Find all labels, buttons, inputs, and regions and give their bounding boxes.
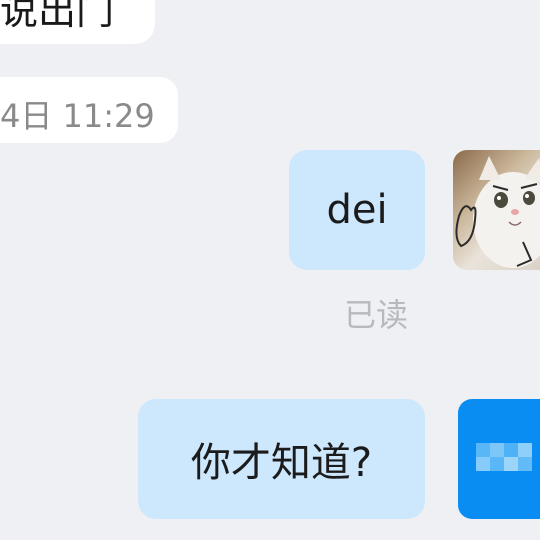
read-receipt: 已读 bbox=[344, 296, 409, 334]
pixel-block bbox=[490, 443, 504, 457]
cat-illustration bbox=[455, 156, 540, 268]
outgoing-message-bubble[interactable]: 你才知道? bbox=[138, 399, 425, 519]
timestamp-chip: 4日 11:29 bbox=[0, 77, 178, 143]
cat-avatar-icon[interactable] bbox=[453, 150, 540, 270]
incoming-message-bubble[interactable]: 说出门 bbox=[0, 0, 155, 44]
timestamp-text: 4日 11:29 bbox=[0, 97, 155, 135]
pixel-block bbox=[476, 457, 490, 471]
outgoing-message-bubble[interactable]: dei bbox=[289, 150, 425, 270]
pixel-block bbox=[504, 443, 518, 457]
chat-view: 说出门 4日 11:29 dei 已读 你才知道? bbox=[0, 0, 540, 540]
blurred-avatar-icon[interactable] bbox=[458, 399, 540, 519]
pixel-block bbox=[490, 457, 504, 471]
pixel-block bbox=[504, 457, 518, 471]
outgoing-message-text: dei bbox=[326, 187, 388, 233]
pixel-block bbox=[518, 443, 532, 457]
pixel-block bbox=[476, 443, 490, 457]
pixel-block bbox=[518, 457, 532, 471]
incoming-message-text: 说出门 bbox=[0, 0, 115, 33]
outgoing-message-text: 你才知道? bbox=[190, 440, 373, 486]
